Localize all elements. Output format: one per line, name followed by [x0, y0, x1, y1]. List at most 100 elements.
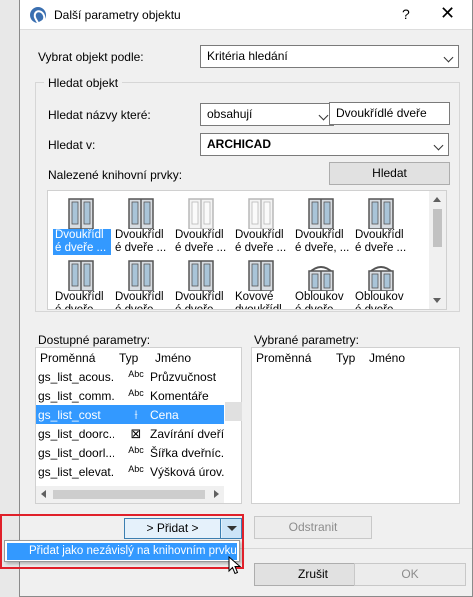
highlight-frame	[0, 514, 244, 569]
door-thumbnail-icon	[125, 197, 157, 230]
available-params-list[interactable]: Proměnná Typ Jméno gs_list_acous... Abc Pr…	[35, 347, 242, 504]
library-item-caption: Dvoukřídl é dveře ...	[115, 229, 167, 254]
select-by-label: Vybrat objekt podle:	[38, 50, 144, 64]
param-row[interactable]: gs_list_doorl... Abc Šířka dveřníc...	[36, 443, 224, 462]
window-title: Další parametry objektu	[54, 8, 181, 22]
door-thumbnail-icon	[65, 259, 97, 292]
param-variable: gs_list_acous...	[38, 370, 114, 384]
param-type-icon: ⟊	[134, 407, 138, 422]
column-header-variable[interactable]: Proměnná	[40, 351, 95, 365]
found-items-label: Nalezené knihovní prvky:	[48, 168, 183, 182]
library-item-caption: Obloukov é dveře	[295, 291, 344, 310]
column-header-type[interactable]: Typ	[336, 351, 355, 365]
scroll-left-icon[interactable]	[41, 490, 46, 498]
param-variable: gs_list_cost	[38, 408, 101, 422]
scrollbar-thumb[interactable]	[433, 209, 442, 247]
library-vertical-scrollbar[interactable]	[429, 191, 446, 309]
library-item-caption: Obloukov é dveře	[355, 291, 404, 310]
param-variable: gs_list_doorc...	[38, 427, 114, 441]
library-item[interactable]: Obloukov é dveře	[291, 255, 351, 310]
library-item-caption: Dvoukřídl é dveře	[115, 291, 164, 310]
search-group-title: Hledat objekt	[44, 76, 123, 90]
close-button[interactable]: ✕	[440, 3, 455, 24]
param-name: Výšková úrov...	[150, 465, 224, 479]
param-variable: gs_list_comm...	[38, 389, 114, 403]
library-item-caption: Dvoukřídl é dveře ...	[53, 229, 111, 255]
library-item-caption: Dvoukřídl é dveře ...	[175, 229, 227, 254]
library-items-list[interactable]: Dvoukřídl é dveře ... Dvoukřídl é dveře .…	[47, 190, 447, 310]
chevron-down-icon	[443, 52, 454, 63]
library-item-caption: Dvoukřídl é dveře, ...	[295, 229, 350, 254]
search-in-dropdown[interactable]: ARCHICAD	[200, 133, 449, 156]
library-item-caption: Dvoukřídl é dveře	[55, 291, 104, 310]
library-item[interactable]: Dvoukřídl é dveře	[111, 255, 171, 310]
door-thumbnail-icon	[365, 259, 397, 292]
param-name: Zavírání dveří	[150, 427, 224, 441]
door-thumbnail-icon	[185, 197, 217, 230]
library-item-caption: Dvoukřídl é dveře ...	[235, 229, 287, 254]
library-item-caption: Dvoukřídl é dveře ...	[355, 229, 407, 254]
param-type-icon: Abc	[128, 388, 144, 398]
door-thumbnail-icon	[245, 259, 277, 292]
selected-params-label: Vybrané parametry:	[254, 333, 359, 347]
library-item[interactable]: Dvoukřídl é dveře	[171, 255, 231, 310]
search-text-field[interactable]: Dvoukřídlé dveře	[329, 102, 450, 125]
search-in-value: ARCHICAD	[207, 137, 271, 151]
param-row[interactable]: gs_list_doorc... ⊠ Zavírání dveří	[36, 424, 224, 443]
scrollbar-thumb[interactable]	[53, 490, 205, 499]
remove-button[interactable]: Odstranit	[254, 516, 372, 539]
library-item[interactable]: Dvoukřídl é dveře ...	[51, 193, 111, 255]
param-type-icon: Abc	[128, 369, 144, 379]
scroll-right-icon[interactable]	[214, 490, 219, 498]
library-item[interactable]: Dvoukřídl é dveře ...	[171, 193, 231, 254]
scroll-down-icon[interactable]	[433, 298, 441, 303]
condition-value: obsahují	[207, 107, 253, 121]
selected-params-list[interactable]: Proměnná Typ Jméno	[251, 347, 460, 504]
library-item[interactable]: Dvoukřídl é dveře ...	[111, 193, 171, 254]
column-header-type[interactable]: Typ	[119, 351, 138, 365]
column-header-name[interactable]: Jméno	[155, 351, 191, 365]
param-name: Průzvučnost	[150, 370, 217, 384]
library-item[interactable]: Dvoukřídl é dveře, ...	[291, 193, 351, 254]
mouse-pointer-icon	[228, 556, 242, 575]
archicad-app-icon	[30, 7, 46, 23]
param-row[interactable]: gs_list_comm... Abc Komentáře	[36, 386, 224, 405]
param-row[interactable]: gs_list_acous... Abc Průzvučnost	[36, 367, 224, 386]
column-header-variable[interactable]: Proměnná	[256, 351, 311, 365]
door-thumbnail-icon	[245, 197, 277, 230]
scroll-up-icon[interactable]	[433, 197, 441, 202]
param-variable: gs_list_elevat...	[38, 465, 114, 479]
search-names-label: Hledat názvy které:	[48, 108, 151, 122]
search-text-value: Dvoukřídlé dveře	[336, 106, 427, 120]
library-item[interactable]: Kovové dvoukřídl	[231, 255, 291, 309]
library-item[interactable]: Dvoukřídl é dveře ...	[351, 193, 411, 254]
search-button[interactable]: Hledat	[329, 162, 450, 185]
search-in-label: Hledat v:	[48, 138, 96, 152]
params-vertical-scrollbar[interactable]	[225, 402, 242, 421]
library-item[interactable]: Dvoukřídl é dveře ...	[231, 193, 291, 254]
library-item-caption: Dvoukřídl é dveře	[175, 291, 224, 310]
params-horizontal-scrollbar[interactable]	[36, 486, 224, 503]
chevron-down-icon	[318, 110, 329, 121]
select-by-value: Kritéria hledání	[207, 49, 288, 63]
param-type-icon: ⊠	[130, 426, 142, 441]
dialog-window: Další parametry objektu ? ✕ Vybrat objek…	[19, 0, 473, 597]
door-thumbnail-icon	[365, 197, 397, 230]
param-variable: gs_list_doorl...	[38, 446, 114, 460]
column-header-name[interactable]: Jméno	[369, 351, 405, 365]
select-by-dropdown[interactable]: Kritéria hledání	[200, 45, 459, 68]
library-item[interactable]: Obloukov é dveře	[351, 255, 411, 310]
door-thumbnail-icon	[125, 259, 157, 292]
help-button[interactable]: ?	[402, 6, 410, 22]
door-thumbnail-icon	[65, 197, 97, 230]
door-thumbnail-icon	[185, 259, 217, 292]
param-type-icon: Abc	[128, 464, 144, 474]
condition-dropdown[interactable]: obsahují	[200, 103, 334, 126]
door-thumbnail-icon	[305, 197, 337, 230]
library-item[interactable]: Dvoukřídl é dveře	[51, 255, 111, 310]
door-thumbnail-icon	[305, 259, 337, 292]
param-row[interactable]: gs_list_cost ⟊ Cena	[36, 405, 224, 424]
param-row[interactable]: gs_list_elevat... Abc Výšková úrov...	[36, 462, 224, 481]
param-name: Šířka dveřníc...	[150, 446, 224, 460]
ok-button[interactable]: OK	[354, 563, 466, 586]
